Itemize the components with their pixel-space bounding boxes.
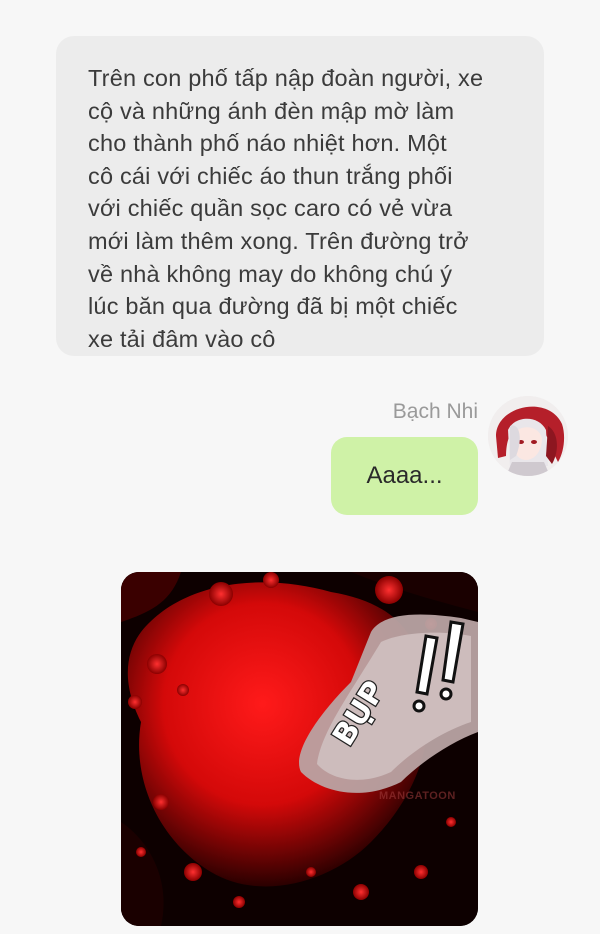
narration-line: về nhà không may do không chú ý [88,260,453,287]
blood-splatter-illustration: BỤP [121,572,478,926]
narration-line: với chiếc quần sọc caro có vẻ vừa [88,195,453,222]
narration-line: lúc băn qua đường đã bị một chiếc [88,293,458,320]
narration-line: Trên con phố tấp nập đoàn người, xe [88,65,484,91]
narration-line: xe tải đâm vào cô [88,325,276,352]
narration-line: cộ và những ánh đèn mập mờ làm [88,97,455,124]
sender-name: Bạch Nhi [392,400,478,423]
narration-bubble: Trên con phố tấp nập đoàn người, xe cộ v… [56,36,544,356]
character-avatar-image [488,396,568,476]
narration-line: cho thành phố náo nhiệt hơn. Một [88,130,447,157]
message-bubble[interactable]: Aaaa... [331,437,478,515]
narration-line: mới làm thêm xong. Trên đường trở [88,227,469,254]
message-text: Aaaa... [366,462,443,489]
narration-line: cô cái với chiếc áo thun trắng phối [88,162,453,189]
watermark: MANGATOON [379,790,456,802]
comic-panel-image[interactable]: BỤP MANGATOON [121,572,478,926]
avatar[interactable] [488,396,568,476]
